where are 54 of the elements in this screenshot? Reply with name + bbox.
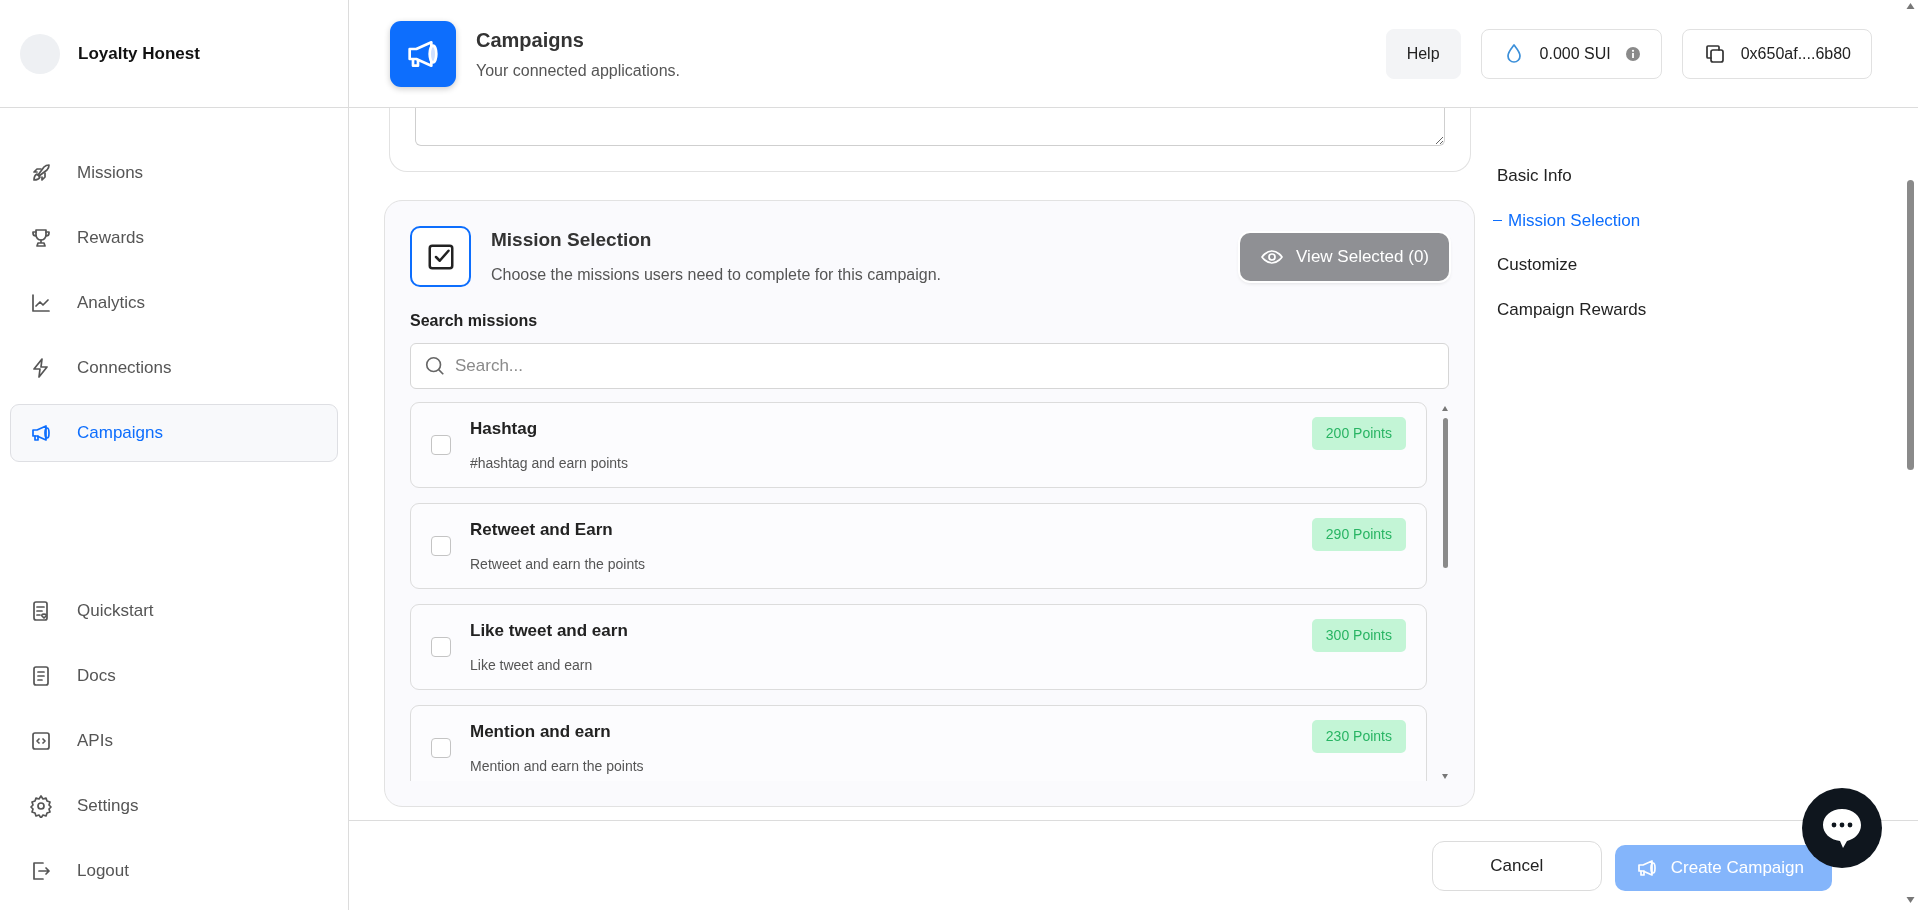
section-title: Mission Selection — [491, 228, 653, 253]
points-badge: 200 Points — [1311, 417, 1406, 450]
points-badge: 230 Points — [1311, 720, 1406, 753]
trophy-icon — [29, 226, 53, 250]
points-badge: 300 Points — [1311, 619, 1406, 652]
checkbox[interactable] — [431, 536, 451, 556]
sidebar-item[interactable]: Missions — [10, 144, 338, 202]
info-icon — [1624, 45, 1641, 62]
mission-description: Mention and earn the points — [470, 757, 644, 777]
mission-item[interactable]: Mention and earn Mention and earn the points 230 Points — [410, 705, 1427, 781]
chat-bubble-icon — [1820, 806, 1864, 850]
checkbox-icon — [410, 226, 471, 287]
sidebar-item[interactable]: Settings — [10, 777, 338, 835]
mission-description: Like tweet and earn — [470, 656, 594, 676]
settings-icon — [29, 794, 53, 818]
line-chart-icon — [29, 291, 53, 315]
code-icon — [29, 729, 53, 753]
section-link[interactable]: Customize — [1497, 252, 1647, 278]
sidebar-item[interactable]: Logout — [10, 842, 338, 900]
sidebar-item[interactable]: Connections — [10, 339, 338, 397]
mission-item[interactable]: Hashtag #hashtag and earn points 200 Points — [410, 402, 1427, 488]
mission-title: Mention and earn — [470, 720, 612, 743]
brand-name: Loyalty Honest — [78, 42, 200, 65]
search-label: Search missions — [410, 311, 539, 331]
mission-title: Hashtag — [470, 417, 539, 440]
megaphone-icon — [390, 20, 456, 87]
help-button[interactable]: Help — [1385, 28, 1461, 79]
page-title: Campaigns — [476, 27, 585, 53]
points-badge: 290 Points — [1311, 518, 1406, 551]
checkbox[interactable] — [431, 435, 451, 455]
mission-description: #hashtag and earn points — [470, 454, 628, 474]
wallet-address-button[interactable]: 0x650af....6b80 — [1681, 28, 1872, 79]
checkbox[interactable] — [431, 738, 451, 758]
mission-item[interactable]: Retweet and Earn Retweet and earn the points 290 Points — [410, 503, 1427, 589]
sidebar-item[interactable]: Campaigns — [10, 404, 338, 462]
cancel-button[interactable]: Cancel — [1431, 840, 1602, 891]
sidebar-item[interactable]: Analytics — [10, 274, 338, 332]
sidebar-item[interactable]: Rewards — [10, 209, 338, 267]
sidebar-item[interactable]: Quickstart — [10, 582, 338, 640]
mission-item[interactable]: Like tweet and earn Like tweet and earn 300 Points — [410, 604, 1427, 690]
mission-title: Retweet and Earn — [470, 518, 614, 541]
sidebar-item[interactable]: APIs — [10, 712, 338, 770]
text-area[interactable] — [415, 108, 1445, 146]
sidebar-item[interactable]: Docs — [10, 647, 338, 705]
search-field[interactable]: Search... — [410, 343, 1449, 389]
section-link[interactable]: Mission Selection — [1493, 207, 1647, 233]
mission-description: Retweet and earn the points — [470, 555, 646, 575]
mission-title: Like tweet and earn — [470, 619, 628, 642]
balance-button[interactable]: 0.000 SUI — [1480, 28, 1662, 79]
checkbox[interactable] — [431, 637, 451, 657]
section-description: Choose the missions users need to complete for this campaign. — [491, 264, 942, 285]
page-subtitle: Your connected applications. — [476, 60, 681, 81]
section-link[interactable]: Campaign Rewards — [1497, 296, 1647, 322]
section-link[interactable]: Basic Info — [1497, 163, 1647, 189]
